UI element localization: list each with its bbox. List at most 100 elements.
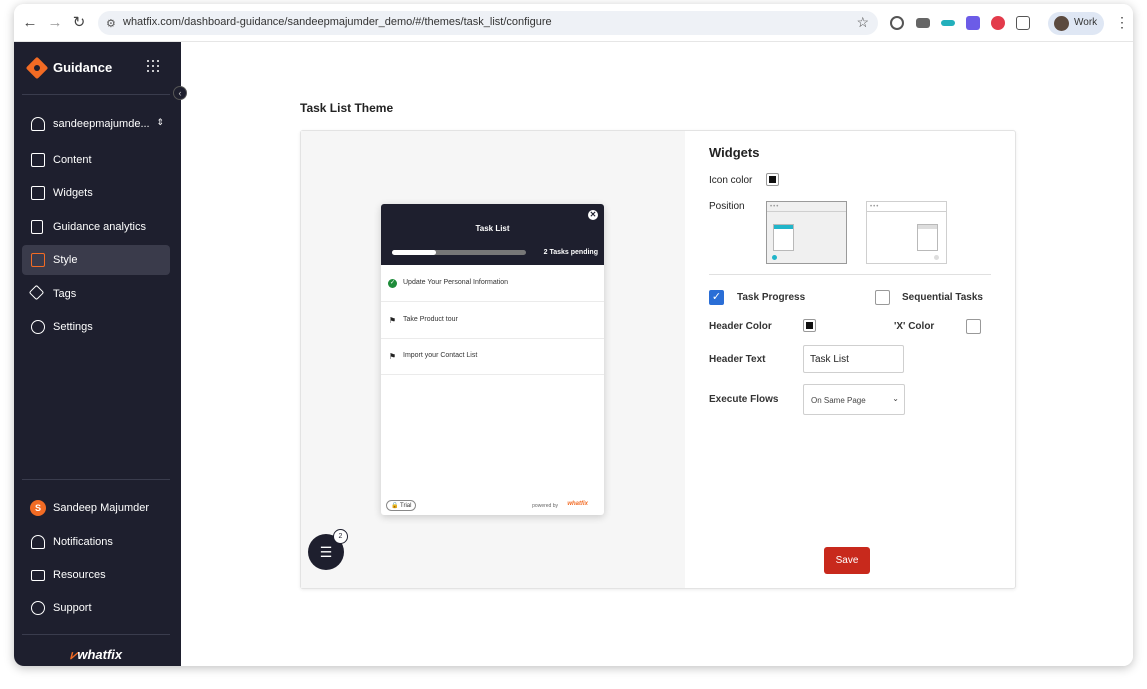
extension-icon[interactable] <box>890 16 904 30</box>
book-icon <box>31 570 45 581</box>
sidebar-divider <box>22 94 170 95</box>
header-color-swatch[interactable] <box>803 319 816 332</box>
sidebar-item-content[interactable]: Content <box>22 145 170 175</box>
collapse-sidebar-chevron-icon[interactable]: ‹ <box>173 86 187 100</box>
settings-panel: Widgets Icon color Position ••• ••• ✓ Ta… <box>685 131 1015 588</box>
execute-flows-value: On Same Page <box>811 396 866 405</box>
save-button[interactable]: Save <box>824 547 870 574</box>
sidebar-divider <box>22 634 170 635</box>
sidebar-item-tags[interactable]: Tags <box>22 279 170 309</box>
sidebar-item-label: Content <box>53 154 92 166</box>
theme-config-card: Task List ✕ 2 Tasks pending ✓ Update You… <box>300 130 1016 589</box>
address-bar[interactable]: ⚙ whatfix.com/dashboard-guidance/sandeep… <box>98 11 878 35</box>
browser-toolbar: ← → ↻ ⚙ whatfix.com/dashboard-guidance/s… <box>14 4 1133 42</box>
guidance-logo-icon <box>25 56 49 80</box>
sidebar-item-label: Style <box>53 254 78 266</box>
sidebar-item-label: Guidance analytics <box>53 221 146 233</box>
settings-heading: Widgets <box>709 145 760 160</box>
position-label: Position <box>709 201 745 212</box>
task-item[interactable]: ⚑ Import your Contact List <box>381 338 604 375</box>
task-item[interactable]: ⚑ Take Product tour <box>381 302 604 339</box>
powered-by-label: powered by <box>532 503 558 509</box>
browser-window: ← → ↻ ⚙ whatfix.com/dashboard-guidance/s… <box>14 4 1133 666</box>
apps-grid-icon[interactable] <box>147 60 159 72</box>
url-text: whatfix.com/dashboard-guidance/sandeepma… <box>123 16 552 28</box>
task-list-title: Task List <box>475 224 510 233</box>
user-name: Sandeep Majumder <box>53 502 150 514</box>
preview-area: Task List ✕ 2 Tasks pending ✓ Update You… <box>301 131 685 588</box>
x-color-label: 'X' Color <box>894 321 935 332</box>
whatfix-logo: ⩗whatfix <box>70 647 123 662</box>
sidebar-item-style[interactable]: Style <box>22 245 170 275</box>
reload-icon[interactable]: ↻ <box>70 14 88 32</box>
menu-kebab-icon[interactable]: ⋮ <box>1115 14 1129 31</box>
content-icon <box>31 153 45 167</box>
extension-icon[interactable] <box>991 16 1005 30</box>
tag-icon <box>28 284 45 301</box>
tasks-pending-count: 2 Tasks pending <box>543 249 598 256</box>
account-icon <box>31 117 45 131</box>
task-progress-checkbox[interactable]: ✓ <box>709 290 724 305</box>
sequential-tasks-checkbox[interactable] <box>875 290 890 305</box>
bell-icon <box>31 535 45 549</box>
header-text-label: Header Text <box>709 354 766 365</box>
back-icon[interactable]: ← <box>21 14 39 32</box>
gear-icon <box>31 320 45 334</box>
whatfix-logo: whatfix <box>567 501 588 507</box>
bookmark-star-icon[interactable]: ☆ <box>856 14 869 31</box>
task-progress-label: Task Progress <box>737 292 806 303</box>
avatar <box>1054 16 1069 31</box>
position-bottom-left-option[interactable]: ••• <box>766 201 847 264</box>
sidebar-item-widgets[interactable]: Widgets <box>22 178 170 208</box>
widgets-icon <box>31 186 45 200</box>
trial-badge: 🔒 Trial <box>386 500 417 511</box>
task-list-header: Task List ✕ 2 Tasks pending <box>381 204 604 265</box>
sidebar: Guidance ‹ sandeepmajumde... ⇕ Content W… <box>14 42 187 666</box>
analytics-icon <box>31 220 43 234</box>
site-info-icon[interactable]: ⚙ <box>106 17 116 30</box>
sidebar-item-notifications[interactable]: Notifications <box>22 527 170 557</box>
sidebar-item-label: Tags <box>53 288 77 300</box>
sidebar-item-support[interactable]: Support <box>22 593 170 623</box>
sidebar-item-label: Notifications <box>53 536 113 548</box>
chevron-down-icon: ⌄ <box>892 394 899 403</box>
sidebar-item-label: Resources <box>53 569 106 581</box>
camera-icon[interactable] <box>916 18 930 28</box>
page-title: Task List Theme <box>300 101 394 115</box>
sidebar-divider <box>22 479 170 480</box>
swatch-fill <box>769 176 776 183</box>
sidebar-item-settings[interactable]: Settings <box>22 312 170 342</box>
sequential-tasks-label: Sequential Tasks <box>902 292 983 303</box>
extension-icon[interactable] <box>966 16 980 30</box>
execute-flows-select[interactable]: On Same Page ⌄ <box>803 384 905 415</box>
flow-icon: ⚑ <box>388 316 397 325</box>
sidebar-item-guidance-analytics[interactable]: Guidance analytics <box>22 212 170 242</box>
puzzle-icon[interactable] <box>1016 16 1030 30</box>
sidebar-item-label: Settings <box>53 321 93 333</box>
sidebar-item-label: Widgets <box>53 187 93 199</box>
extension-icon[interactable] <box>941 20 955 26</box>
task-progress-bar <box>392 250 526 255</box>
x-color-swatch[interactable] <box>966 319 981 334</box>
account-switcher[interactable]: sandeepmajumde... ⇕ <box>22 109 170 139</box>
sidebar-item-label: Support <box>53 602 92 614</box>
brand-name: Guidance <box>53 60 113 75</box>
user-profile[interactable]: S Sandeep Majumder <box>22 493 170 523</box>
style-icon <box>31 253 45 267</box>
flow-icon: ⚑ <box>388 352 397 361</box>
icon-color-label: Icon color <box>709 175 753 186</box>
header-text-input[interactable]: Task List <box>803 345 904 373</box>
forward-icon[interactable]: → <box>46 14 64 32</box>
close-icon[interactable]: ✕ <box>588 210 598 220</box>
task-label: Update Your Personal Information <box>403 279 509 286</box>
profile-button[interactable]: Work <box>1048 12 1104 35</box>
task-label: Import your Contact List <box>403 352 478 359</box>
chevron-updown-icon: ⇕ <box>156 117 164 127</box>
task-item[interactable]: ✓ Update Your Personal Information <box>381 265 604 302</box>
position-bottom-right-option[interactable]: ••• <box>866 201 947 264</box>
icon-color-swatch[interactable] <box>766 173 779 186</box>
sidebar-item-resources[interactable]: Resources <box>22 560 170 590</box>
check-circle-icon: ✓ <box>388 279 397 288</box>
profile-label: Work <box>1074 17 1098 28</box>
header-color-label: Header Color <box>709 321 772 332</box>
